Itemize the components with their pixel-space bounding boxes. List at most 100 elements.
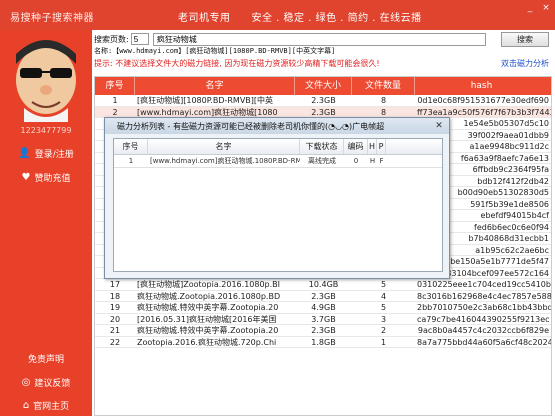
dcell-h: H — [369, 157, 376, 165]
table-row[interactable]: 18 疯狂动物城.Zootopia.2016.1080p.BD 2.3GB 4 8c30… — [95, 291, 551, 302]
cell-name: 疯狂动物城.特效中英字幕.Zootopia.20 — [137, 326, 279, 335]
dcol-filler — [386, 139, 442, 154]
cell-size: 3.7GB — [311, 314, 336, 324]
window-controls: _ × — [525, 3, 551, 13]
col-name[interactable]: 名字 — [135, 77, 295, 95]
login-button[interactable]: 👤 登录/注册 — [0, 142, 92, 164]
disclaimer-label: 免责声明 — [27, 354, 64, 365]
results-header: 序号 名字 文件大小 文件数量 hash — [95, 77, 551, 95]
cell-hash: 0d1e0c68f951531677e30edf690 — [417, 96, 549, 105]
login-label: 登录/注册 — [34, 149, 74, 160]
cell-size: 1.8GB — [311, 337, 336, 347]
app-slogan: 老司机专用 安全 . 稳定 . 绿色 . 简约 . 在线云播 — [178, 13, 422, 24]
col-size[interactable]: 文件大小 — [295, 77, 352, 95]
disclaimer-button[interactable]: 免责声明 — [0, 347, 92, 369]
search-button[interactable]: 搜索 — [501, 32, 549, 47]
cell-size: 2.3GB — [311, 107, 336, 117]
dcol-code[interactable]: 编码 — [344, 139, 368, 154]
dcell-status: 离线完成 — [308, 157, 336, 165]
cell-no: 19 — [109, 303, 121, 312]
user-icon: 👤 — [18, 147, 31, 159]
cell-size: 2.3GB — [311, 326, 336, 335]
cell-no: 17 — [109, 280, 121, 289]
dcol-no[interactable]: 序号 — [114, 139, 148, 154]
pages-label: 搜索页数: — [94, 34, 129, 44]
cell-hash: ca79c7be416044390255f9213ec — [417, 314, 550, 324]
dcol-name[interactable]: 名字 — [148, 139, 300, 154]
dcol-p[interactable]: P — [377, 139, 386, 154]
feedback-icon: ◎ — [21, 376, 31, 388]
cell-count: 1 — [380, 337, 387, 347]
dcol-status[interactable]: 下载状态 — [300, 139, 344, 154]
dcell-no: 1 — [128, 157, 134, 165]
analyze-link[interactable]: 双击磁力分析 — [501, 58, 549, 69]
cell-size: 2.3GB — [311, 96, 336, 105]
cell-no: 1 — [112, 96, 118, 105]
user-id: 1223477799 — [20, 126, 72, 135]
cell-name: [疯狂动物城]Zootopia.2016.1080p.BI — [137, 280, 281, 289]
cell-hash: ff73ea1a9c50f576f7f67b3b3f7443 — [417, 107, 552, 117]
cell-name: [疯狂动物城][1080P.BD-RMVB][中英 — [137, 96, 274, 105]
feedback-label: 建议反馈 — [34, 378, 71, 389]
cell-hash: 0310225eee1c704ced19cc5410b — [417, 280, 551, 289]
home-icon: ⌂ — [22, 399, 30, 411]
cell-count: 3 — [380, 314, 387, 324]
dcell-code: 0 — [353, 157, 359, 165]
donate-label: 赞助充值 — [34, 173, 71, 184]
title-bar: 易搜种子搜索神器 老司机专用 安全 . 稳定 . 绿色 . 简约 . 在线云播 … — [0, 0, 555, 30]
table-row[interactable]: 21 疯狂动物城.特效中英字幕.Zootopia.20 2.3GB 2 9ac8b0a4… — [95, 325, 551, 337]
pages-input[interactable] — [130, 33, 149, 45]
search-input[interactable] — [152, 32, 486, 46]
cell-name: [www.hdmayi.com]疯狂动物城[1080 — [137, 107, 278, 117]
homepage-button[interactable]: ⌂ 官网主页 — [0, 394, 92, 416]
cell-count: 5 — [380, 280, 387, 289]
cell-no: 18 — [109, 291, 121, 301]
dialog-table: 序号 名字 下载状态 编码 H P 1 [www.hdmayi.com]疯狂动物城… — [113, 138, 443, 272]
dcell-name: [www.hdmayi.com]疯狂动物城.1080P.BD-RMVB.中英文字… — [150, 157, 300, 165]
sidebar: 1223477799 👤 登录/注册 ♥ 赞助充值 免责声明 ◎ 建议反馈 ⌂ … — [0, 30, 92, 416]
dialog-close-button[interactable]: ✕ — [433, 120, 445, 132]
cell-size: 2.3GB — [311, 291, 336, 301]
cell-size: 4.9GB — [311, 303, 336, 312]
cell-count: 8 — [380, 96, 387, 105]
cell-hash: 9ac8b0a4457c4c2032ccb6f829e — [417, 326, 549, 335]
cell-no: 2 — [112, 107, 118, 117]
cell-hash: 2bb7010750e2c3ab68c1bb43bbd — [417, 303, 552, 312]
cell-name: 疯狂动物城.特效中英字幕.Zootopia.20 — [137, 303, 279, 312]
col-hash[interactable]: hash — [415, 77, 551, 95]
dialog-titlebar[interactable]: 磁力分析列表 - 有些磁力资源可能已经被删除老司机你懂的(◔◡◔)广电帧超 ✕ — [105, 118, 449, 134]
feedback-button[interactable]: ◎ 建议反馈 — [0, 371, 92, 393]
table-row[interactable]: 20 [2016.05.31]疯狂动物城[2016年美国 3.7GB 3 ca79c7b… — [95, 314, 551, 325]
cell-count: 4 — [380, 291, 387, 301]
col-no[interactable]: 序号 — [95, 77, 135, 95]
col-count[interactable]: 文件数量 — [352, 77, 415, 95]
app-title: 易搜种子搜索神器 — [10, 13, 94, 24]
cell-hash: 8a7a775bbd44a60f5a6cf48c2024 — [417, 337, 552, 347]
selected-name: 名称:【www.hdmayi.com】[疯狂动物城][1080P.BD-RMVB… — [94, 47, 336, 55]
cell-count: 2 — [380, 326, 387, 335]
magnet-analysis-dialog: 磁力分析列表 - 有些磁力资源可能已经被删除老司机你懂的(◔◡◔)广电帧超 ✕ … — [104, 117, 450, 279]
heart-icon: ♥ — [21, 171, 31, 183]
close-icon[interactable]: × — [541, 3, 551, 13]
cell-name: [2016.05.31]疯狂动物城[2016年美国 — [137, 314, 277, 324]
donate-button[interactable]: ♥ 赞助充值 — [0, 166, 92, 188]
cell-count: 8 — [380, 107, 387, 117]
table-row[interactable]: 17 [疯狂动物城]Zootopia.2016.1080p.BI 10.4GB 5 03… — [95, 279, 551, 291]
table-row[interactable]: 19 疯狂动物城.特效中英字幕.Zootopia.20 4.9GB 5 2bb70107… — [95, 302, 552, 314]
cell-no: 20 — [109, 314, 121, 324]
dcell-p: F — [379, 157, 384, 165]
dialog-table-header: 序号 名字 下载状态 编码 H P — [114, 139, 442, 155]
dialog-row[interactable]: 1 [www.hdmayi.com]疯狂动物城.1080P.BD-RMVB.中英文… — [114, 155, 442, 168]
table-row[interactable]: 22 Zootopia.2016.疯狂动物城.720p.Chi 1.8GB 1 8a7a… — [95, 337, 552, 348]
cell-name: 疯狂动物城.Zootopia.2016.1080p.BD — [137, 291, 281, 301]
cell-name: Zootopia.2016.疯狂动物城.720p.Chi — [137, 337, 277, 347]
home-label: 官网主页 — [33, 401, 70, 412]
cell-count: 5 — [380, 303, 387, 312]
table-row[interactable]: 1 [疯狂动物城][1080P.BD-RMVB][中英 2.3GB 8 0d1e0c68… — [95, 95, 551, 107]
minimize-icon[interactable]: _ — [525, 3, 535, 13]
tip-text: 提示: 不建议选择文件大的磁力链接, 因为现在磁力资源较少高精下载可能会很久! — [94, 59, 380, 68]
avatar — [6, 30, 86, 122]
dialog-title: 磁力分析列表 - 有些磁力资源可能已经被删除老司机你懂的(◔◡◔)广电帧超 — [117, 122, 385, 131]
dcol-h[interactable]: H — [368, 139, 377, 154]
cell-size: 10.4GB — [308, 280, 339, 289]
